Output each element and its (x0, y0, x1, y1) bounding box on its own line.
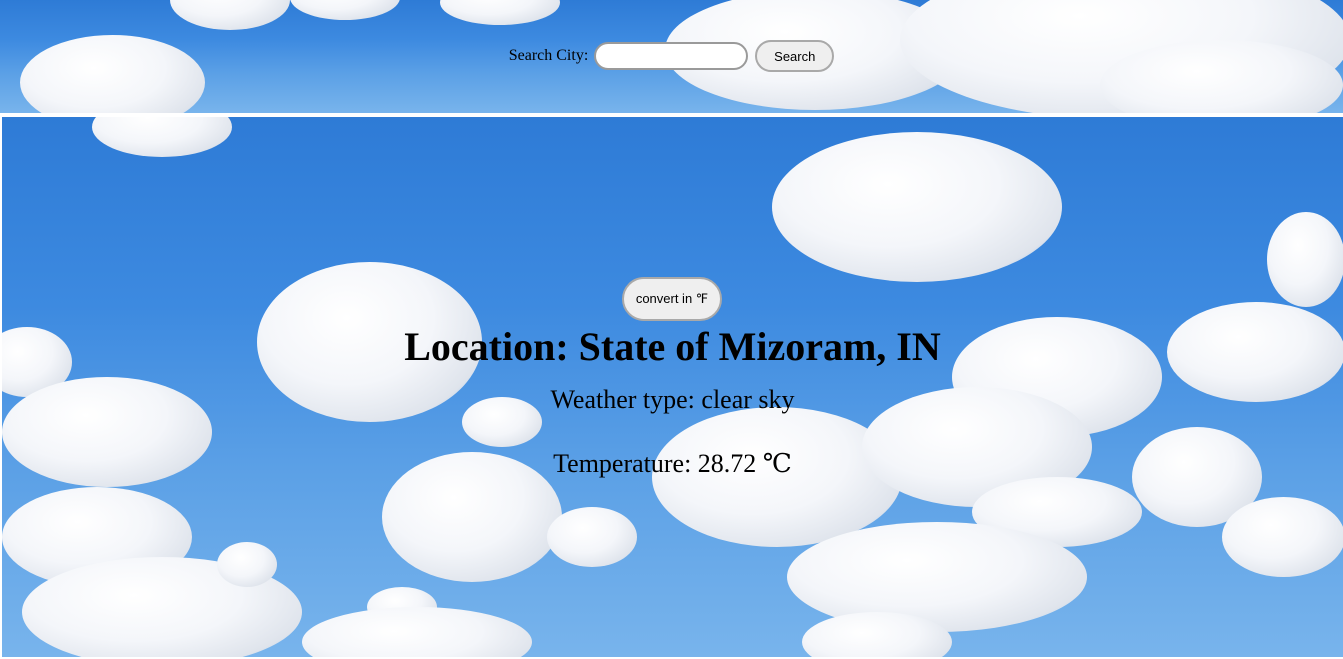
search-city-label: Search City: (508, 47, 589, 64)
cloud (547, 507, 637, 567)
search-bar: Search City: Search (0, 40, 1343, 72)
cloud (290, 0, 400, 20)
cloud (170, 0, 290, 30)
header-sky-background: Search City: Search (0, 0, 1343, 113)
cloud (302, 607, 532, 657)
cloud (440, 0, 560, 25)
weather-type-text: Weather type: clear sky (550, 385, 795, 414)
cloud (772, 132, 1062, 282)
main-sky-background: convert in ℉ Location: State of Mizoram,… (2, 117, 1343, 657)
cloud (787, 522, 1087, 632)
search-city-input[interactable] (594, 42, 749, 70)
cloud (1267, 212, 1343, 307)
cloud (1222, 497, 1343, 577)
cloud (92, 117, 232, 157)
cloud (217, 542, 277, 587)
location-heading: Location: State of Mizoram, IN (404, 324, 941, 369)
convert-unit-button[interactable]: convert in ℉ (622, 277, 722, 321)
search-button[interactable]: Search (755, 40, 835, 72)
temperature-text: Temperature: 28.72 ℃ (553, 449, 792, 478)
